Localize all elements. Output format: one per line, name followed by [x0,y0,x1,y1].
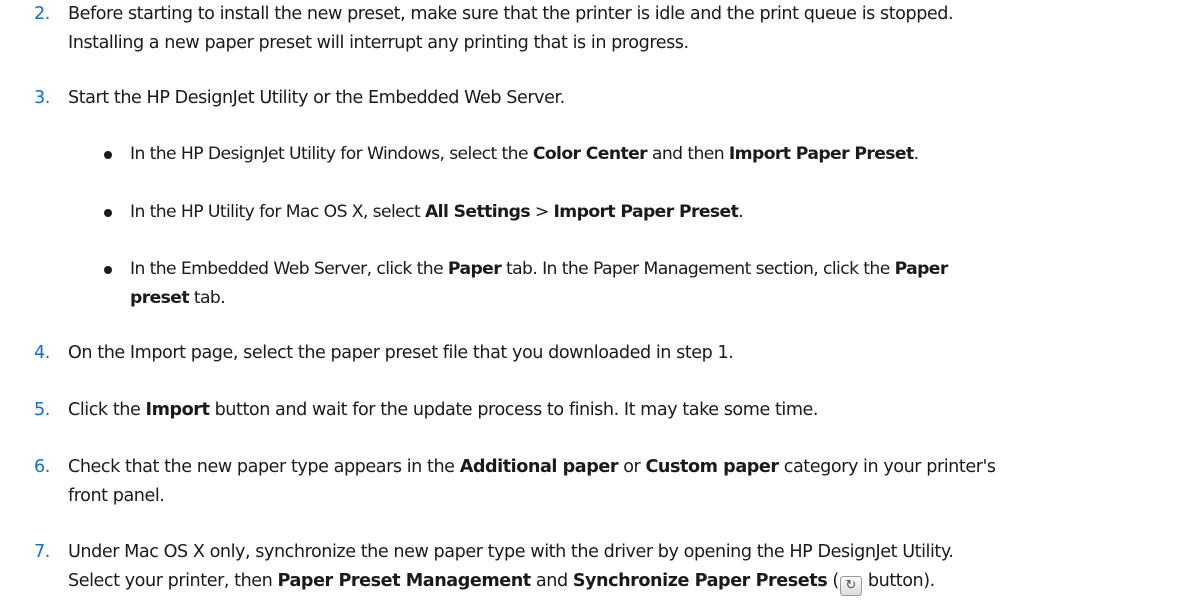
text-run: tab. [188,288,226,308]
ui-term-preset: preset [130,288,190,308]
step-number: 5. [34,400,50,420]
bullet-text: In the HP DesignJet Utility for Windows,… [130,140,1192,169]
ui-term-paper: Paper [894,259,949,279]
step-text: Start the HP DesignJet Utility or the Em… [68,88,565,108]
step-line: front panel. [68,486,165,506]
step-line: Select your printer, then Paper Preset M… [68,567,1190,596]
text-run: . [738,202,744,222]
bullet-dot [104,209,112,217]
sync-icon: ↻ [839,576,862,596]
ui-term-synchronize-paper-presets: Synchronize Paper Presets [572,571,828,591]
bullet-text: In the Embedded Web Server, click the Pa… [130,255,1192,313]
ui-term-import-paper-preset: Import Paper Preset [728,144,914,164]
bullet-dot [104,151,112,159]
text-run: tab. In the Paper Management section, cl… [501,259,895,279]
step-text: Under Mac OS X only, synchronize the new… [68,538,1190,596]
step-number: 7. [34,542,50,562]
step-number: 4. [34,343,50,363]
text-run: category in your printer's [778,457,996,477]
text-run: In the HP DesignJet Utility for Windows,… [130,144,533,164]
bullet-dot [104,266,112,274]
step-text: On the Import page, select the paper pre… [68,343,734,363]
text-run: button). [862,571,935,591]
text-run: Click the [68,400,146,420]
bullet-text: In the HP Utility for Mac OS X, select A… [130,198,1192,227]
text-run: Select your printer, then [68,571,278,591]
text-run: > [529,202,554,222]
text-run: In the Embedded Web Server, click the [130,259,448,279]
step-line: Check that the new paper type appears in… [68,453,1190,482]
text-run: In the HP Utility for Mac OS X, select [130,202,425,222]
ui-term-additional-paper: Additional paper [459,457,619,477]
text-run: or [618,457,646,477]
ui-term-import: Import [145,400,210,420]
text-run: ( [827,571,839,591]
ui-term-paper: Paper [447,259,502,279]
step-line: Before starting to install the new prese… [68,4,954,24]
step-number: 2. [34,4,50,24]
ui-term-import-paper-preset: Import Paper Preset [553,202,739,222]
ui-term-paper-preset-management: Paper Preset Management [277,571,532,591]
step-number: 3. [34,88,50,108]
ui-term-all-settings: All Settings [424,202,531,222]
step-text: Before starting to install the new prese… [68,0,1190,58]
ui-term-custom-paper: Custom paper [645,457,779,477]
step-text: Check that the new paper type appears in… [68,453,1190,511]
ui-term-color-center: Color Center [532,144,648,164]
text-run: button and wait for the update process t… [209,400,819,420]
text-run: and [530,571,573,591]
step-line: Installing a new paper preset will inter… [68,33,689,53]
text-run: and then [647,144,729,164]
bullet-line: In the Embedded Web Server, click the Pa… [130,255,1192,284]
bullet-line: preset tab. [130,284,1192,313]
text-run: . [913,144,919,164]
text-run: Check that the new paper type appears in… [68,457,460,477]
step-line: Under Mac OS X only, synchronize the new… [68,542,954,562]
step-number: 6. [34,457,50,477]
step-text: Click the Import button and wait for the… [68,396,1190,425]
document-page: 2. Before starting to install the new pr… [0,0,1195,611]
